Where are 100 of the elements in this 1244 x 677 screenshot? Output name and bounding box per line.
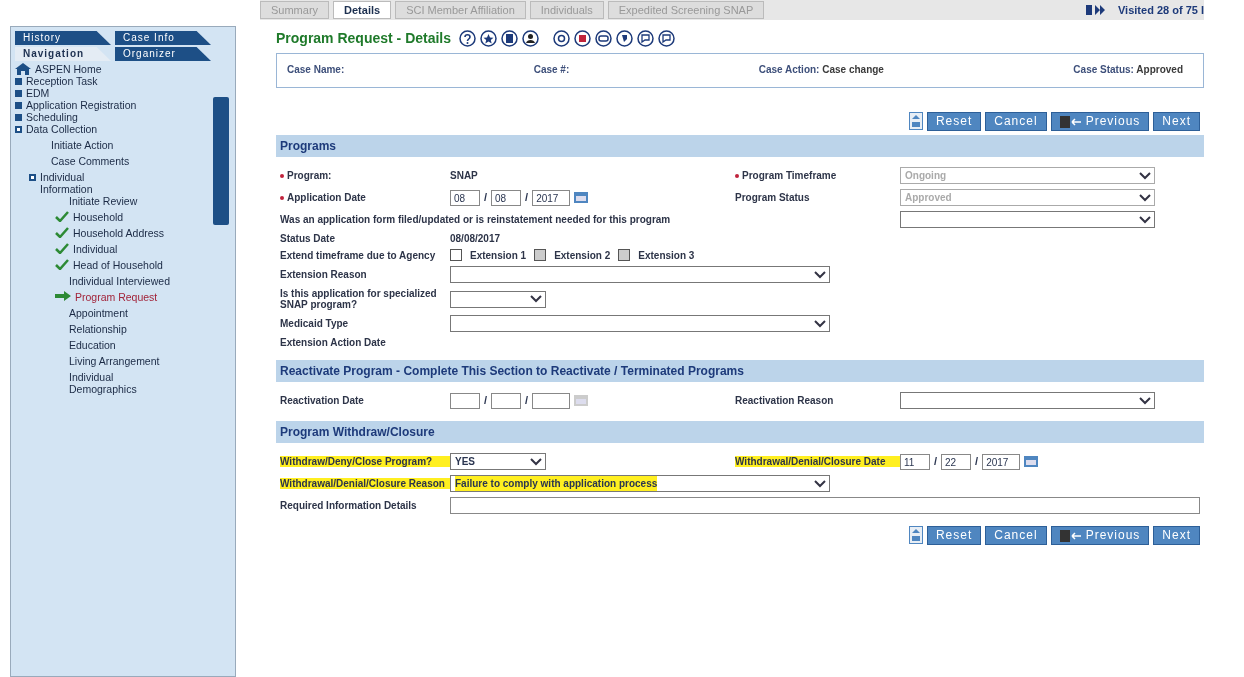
date-field[interactable] (450, 392, 480, 409)
checkbox[interactable] (450, 249, 462, 261)
dropdown-caret-icon (1138, 395, 1152, 406)
scroll-top-icon[interactable] (908, 526, 923, 544)
date-separator: / (484, 190, 488, 206)
nav-item[interactable]: Initiate Review (43, 195, 173, 207)
help-icon[interactable] (459, 30, 477, 47)
date-field[interactable]: 11 (900, 453, 930, 470)
nav-item[interactable]: Individual Information (29, 171, 130, 195)
date-field[interactable]: 08 (450, 189, 480, 206)
dropdown[interactable]: Failure to comply with application process (450, 475, 830, 492)
date-field[interactable]: 22 (941, 453, 972, 470)
field-label: Withdrawal/Denial/Closure Reason (280, 478, 450, 489)
field-label: Reactivation Reason (735, 395, 835, 406)
field-label: Withdraw/Deny/Close Program? (280, 456, 450, 467)
field-label: Reactivation Date (280, 395, 365, 406)
sidebar-tab[interactable]: Case Info (115, 31, 211, 45)
field-label: Was an application form filed/updated or is reinstatement needed for this program (280, 214, 672, 225)
date-separator: / (934, 454, 938, 470)
dropdown[interactable] (900, 392, 1155, 409)
calendar-icon[interactable] (574, 192, 589, 203)
case-field: Case #: (533, 62, 570, 77)
dropdown[interactable] (450, 315, 830, 332)
dropdown[interactable] (900, 211, 1155, 228)
nav-item[interactable]: Living Arrangement (43, 355, 173, 367)
nav-item[interactable]: Individual Demographics (43, 371, 173, 395)
date-separator: / (525, 393, 529, 409)
dropdown[interactable] (450, 266, 830, 283)
field-value: SNAP (450, 170, 479, 181)
sidebar-tab[interactable]: Navigation (15, 47, 111, 61)
dropdown-caret-icon (529, 456, 543, 467)
field-label: Status Date (280, 233, 336, 244)
back-arrow-icon (1059, 529, 1082, 542)
nav-item[interactable]: Application Registration (15, 99, 137, 111)
nav-item[interactable]: Scheduling (15, 111, 78, 123)
field-label: Program Timeframe (735, 170, 900, 181)
nav-item[interactable]: Household Address (43, 227, 173, 239)
nav-item[interactable]: Relationship (43, 323, 173, 335)
date-field[interactable]: 2017 (532, 189, 571, 206)
nav-item[interactable]: Head of Household (43, 259, 173, 271)
date-field[interactable]: 2017 (982, 453, 1021, 470)
date-field[interactable] (491, 392, 522, 409)
checkbox-label: Extension 2 (554, 249, 611, 261)
book-icon[interactable] (501, 30, 519, 47)
scrollbar-thumb[interactable] (213, 97, 229, 225)
nav-button[interactable]: Previous (1050, 526, 1150, 545)
nav-item[interactable]: Household (43, 211, 173, 223)
field-value: 08/08/2017 (450, 233, 501, 244)
date-separator: / (525, 190, 529, 206)
case-field: Case Name: (287, 62, 345, 77)
person-icon[interactable] (522, 30, 540, 47)
dropdown[interactable]: YES (450, 453, 546, 470)
case-field: Case Action: Case change (758, 62, 884, 77)
nav-button[interactable]: Reset (926, 112, 982, 131)
skip-forward-icon[interactable] (1086, 4, 1108, 16)
field-label: Program: (280, 170, 450, 181)
comment-icon[interactable] (637, 30, 655, 47)
nav-item[interactable]: Initiate Action (29, 139, 114, 151)
circle-icon[interactable] (553, 30, 571, 47)
nav-button[interactable]: Reset (926, 526, 982, 545)
checkbox-label: Extension 1 (470, 249, 527, 261)
text-field[interactable] (450, 497, 1200, 514)
case-field: Case Status: Approved (1073, 62, 1183, 77)
visited-count: Visited 28 of 75 I (1118, 2, 1204, 18)
nav-item[interactable]: ASPEN Home (15, 63, 102, 75)
dropdown-caret-icon (529, 294, 543, 304)
scroll-top-icon[interactable] (908, 112, 923, 130)
nav-item[interactable]: Appointment (43, 307, 173, 319)
stop-icon[interactable] (574, 30, 592, 47)
nav-button[interactable]: Next (1153, 112, 1200, 131)
sidebar-tab[interactable]: Organizer (115, 47, 211, 61)
field-label: Withdrawal/Denial/Closure Date (735, 456, 900, 467)
nav-item[interactable]: Program Request (43, 291, 173, 303)
field-label: Extension Action Date (280, 337, 387, 348)
nav-item[interactable]: Data Collection (15, 123, 98, 135)
nav-button[interactable]: Cancel (985, 112, 1047, 131)
tab[interactable]: Details (333, 1, 392, 19)
dropdown[interactable] (450, 290, 546, 308)
comment-icon[interactable] (658, 30, 676, 47)
nav-item[interactable]: Individual (43, 243, 173, 255)
nav-item[interactable]: EDM (15, 87, 50, 99)
date-separator: / (975, 454, 979, 470)
checkbox-label: Extension 3 (638, 249, 695, 261)
nav-button[interactable]: Next (1153, 526, 1200, 545)
calendar-icon[interactable] (1024, 456, 1039, 467)
nav-button[interactable]: Cancel (985, 526, 1047, 545)
sidebar-tab[interactable]: History (15, 31, 111, 45)
date-field[interactable] (532, 392, 571, 409)
nav-item[interactable]: Case Comments (29, 155, 130, 167)
nav-button[interactable]: Previous (1050, 112, 1150, 131)
field-label: Extension Reason (280, 269, 368, 280)
date-separator: / (484, 393, 488, 409)
field-label: Program Status (735, 192, 811, 203)
dropdown-caret-icon (1138, 170, 1152, 181)
nav-item[interactable]: Education (43, 339, 173, 351)
section-header: Programs (276, 135, 1204, 157)
nav-item[interactable]: Individual Interviewed (43, 275, 173, 287)
nav-item[interactable]: Reception Task (15, 75, 98, 87)
date-field[interactable]: 08 (491, 189, 522, 206)
section-header: Reactivate Program - Complete This Section to Reactivate / Terminated Programs (276, 360, 1204, 382)
